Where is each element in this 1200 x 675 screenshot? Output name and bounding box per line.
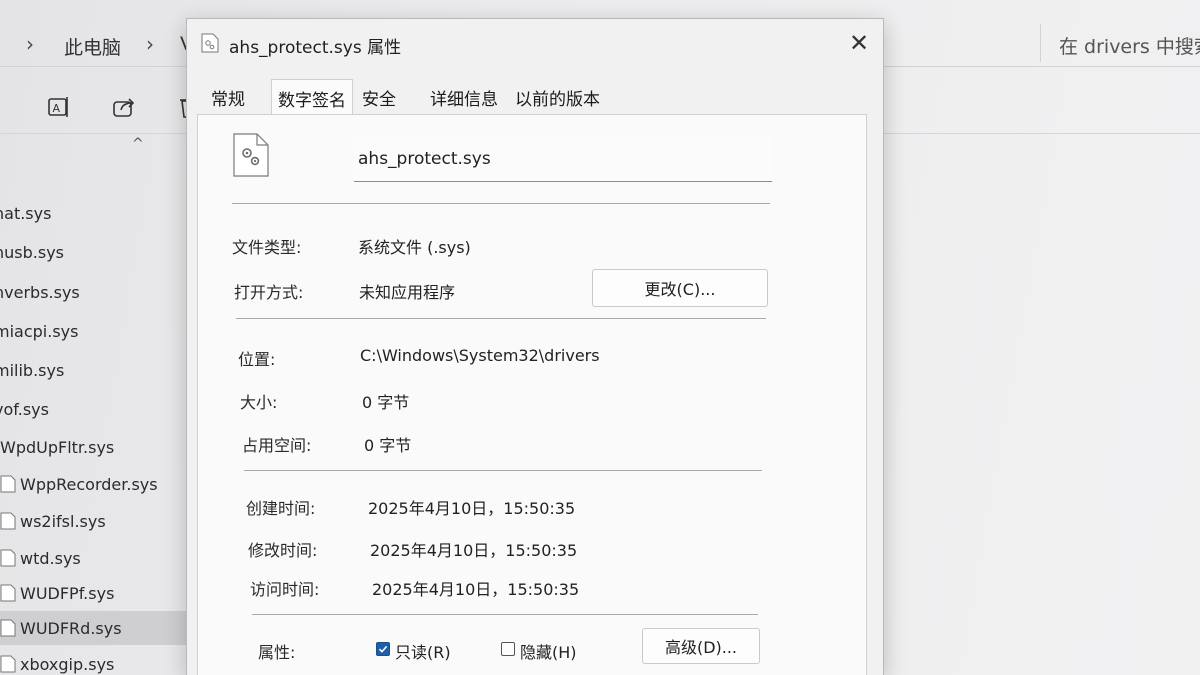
hidden-checkbox[interactable] bbox=[501, 642, 515, 656]
tab-digital-signatures[interactable]: 数字签名 bbox=[271, 79, 353, 115]
close-button[interactable]: ✕ bbox=[843, 27, 875, 59]
system-file-icon bbox=[0, 549, 16, 567]
checkmark-icon bbox=[378, 645, 388, 653]
filename-input[interactable]: ahs_protect.sys bbox=[354, 137, 772, 182]
tab-previous-versions[interactable]: 以前的版本 bbox=[515, 85, 600, 110]
system-file-icon bbox=[0, 584, 16, 602]
tab-general[interactable]: 常规 bbox=[211, 85, 245, 110]
opens-with-value: 未知应用程序 bbox=[359, 283, 456, 302]
file-name: WUDFRd.sys bbox=[20, 618, 122, 638]
svg-text:A: A bbox=[53, 102, 61, 115]
file-name: miacpi.sys bbox=[0, 321, 79, 341]
file-name: vof.sys bbox=[0, 399, 49, 419]
file-name: ws2ifsl.sys bbox=[20, 511, 106, 531]
advanced-button[interactable]: 高级(D)... bbox=[642, 628, 760, 664]
hidden-label[interactable]: 隐藏(H) bbox=[520, 639, 577, 663]
file-name: nat.sys bbox=[0, 203, 52, 223]
accessed-value: 2025年4月10日，15:50:35 bbox=[372, 580, 580, 599]
dialog-title: ahs_protect.sys 属性 bbox=[229, 38, 402, 58]
section-divider bbox=[244, 470, 762, 471]
close-icon: ✕ bbox=[848, 29, 870, 57]
size-label: 大小: bbox=[240, 393, 278, 412]
modified-value: 2025年4月10日，15:50:35 bbox=[370, 541, 578, 560]
system-file-icon bbox=[0, 655, 16, 673]
system-file-icon bbox=[0, 475, 16, 493]
file-name: wtd.sys bbox=[20, 548, 81, 568]
file-name: WUDFPf.sys bbox=[20, 583, 115, 603]
accessed-label: 访问时间: bbox=[250, 580, 320, 599]
size-on-disk-label: 占用空间: bbox=[242, 436, 312, 455]
readonly-checkbox[interactable] bbox=[376, 642, 390, 656]
filename-value: ahs_protect.sys bbox=[358, 149, 491, 169]
breadcrumb-this-pc[interactable]: 此电脑 bbox=[64, 33, 121, 60]
tab-details[interactable]: 详细信息 bbox=[430, 85, 498, 110]
file-name: xboxgip.sys bbox=[20, 654, 115, 674]
file-type-value: 系统文件 (.sys) bbox=[358, 238, 471, 257]
system-file-icon bbox=[0, 619, 16, 637]
modified-label: 修改时间: bbox=[248, 541, 318, 560]
created-label: 创建时间: bbox=[246, 499, 316, 518]
section-divider bbox=[236, 318, 766, 319]
location-label: 位置: bbox=[238, 350, 276, 369]
chevron-right-icon[interactable]: › bbox=[146, 32, 154, 56]
opens-with-label: 打开方式: bbox=[234, 283, 304, 302]
section-divider bbox=[252, 614, 758, 615]
sort-caret-up-icon[interactable]: ^ bbox=[132, 136, 144, 152]
attributes-label: 属性: bbox=[258, 643, 296, 662]
tab-bar: 常规 数字签名 安全 详细信息 以前的版本 bbox=[187, 79, 883, 115]
tab-security[interactable]: 安全 bbox=[362, 85, 396, 110]
rename-icon[interactable]: A bbox=[46, 94, 72, 120]
size-on-disk-value: 0 字节 bbox=[364, 436, 412, 455]
file-type-label: 文件类型: bbox=[232, 238, 302, 257]
system-file-icon bbox=[233, 133, 269, 177]
created-value: 2025年4月10日，15:50:35 bbox=[368, 499, 576, 518]
location-value: C:\Windows\System32\drivers bbox=[360, 346, 600, 365]
file-name: nusb.sys bbox=[0, 242, 64, 262]
properties-dialog: ahs_protect.sys 属性 ✕ 常规 数字签名 安全 详细信息 以前的… bbox=[186, 18, 884, 675]
file-name: WppRecorder.sys bbox=[20, 474, 158, 494]
tab-panel: ahs_protect.sys 文件类型: 系统文件 (.sys) 打开方式: … bbox=[197, 114, 867, 675]
readonly-label[interactable]: 只读(R) bbox=[395, 639, 451, 663]
file-name: WpdUpFltr.sys bbox=[0, 437, 115, 457]
change-button[interactable]: 更改(C)... bbox=[592, 269, 768, 307]
share-icon[interactable] bbox=[111, 94, 137, 120]
size-value: 0 字节 bbox=[362, 393, 410, 412]
file-name: milib.sys bbox=[0, 360, 65, 380]
chevron-right-icon[interactable]: › bbox=[26, 32, 34, 56]
search-placeholder: 在 drivers 中搜索 bbox=[1059, 36, 1200, 58]
search-input[interactable]: 在 drivers 中搜索 bbox=[1040, 24, 1200, 62]
file-name: nverbs.sys bbox=[0, 282, 80, 302]
system-file-icon bbox=[0, 512, 16, 530]
section-divider bbox=[232, 203, 770, 204]
system-file-icon bbox=[201, 33, 219, 53]
